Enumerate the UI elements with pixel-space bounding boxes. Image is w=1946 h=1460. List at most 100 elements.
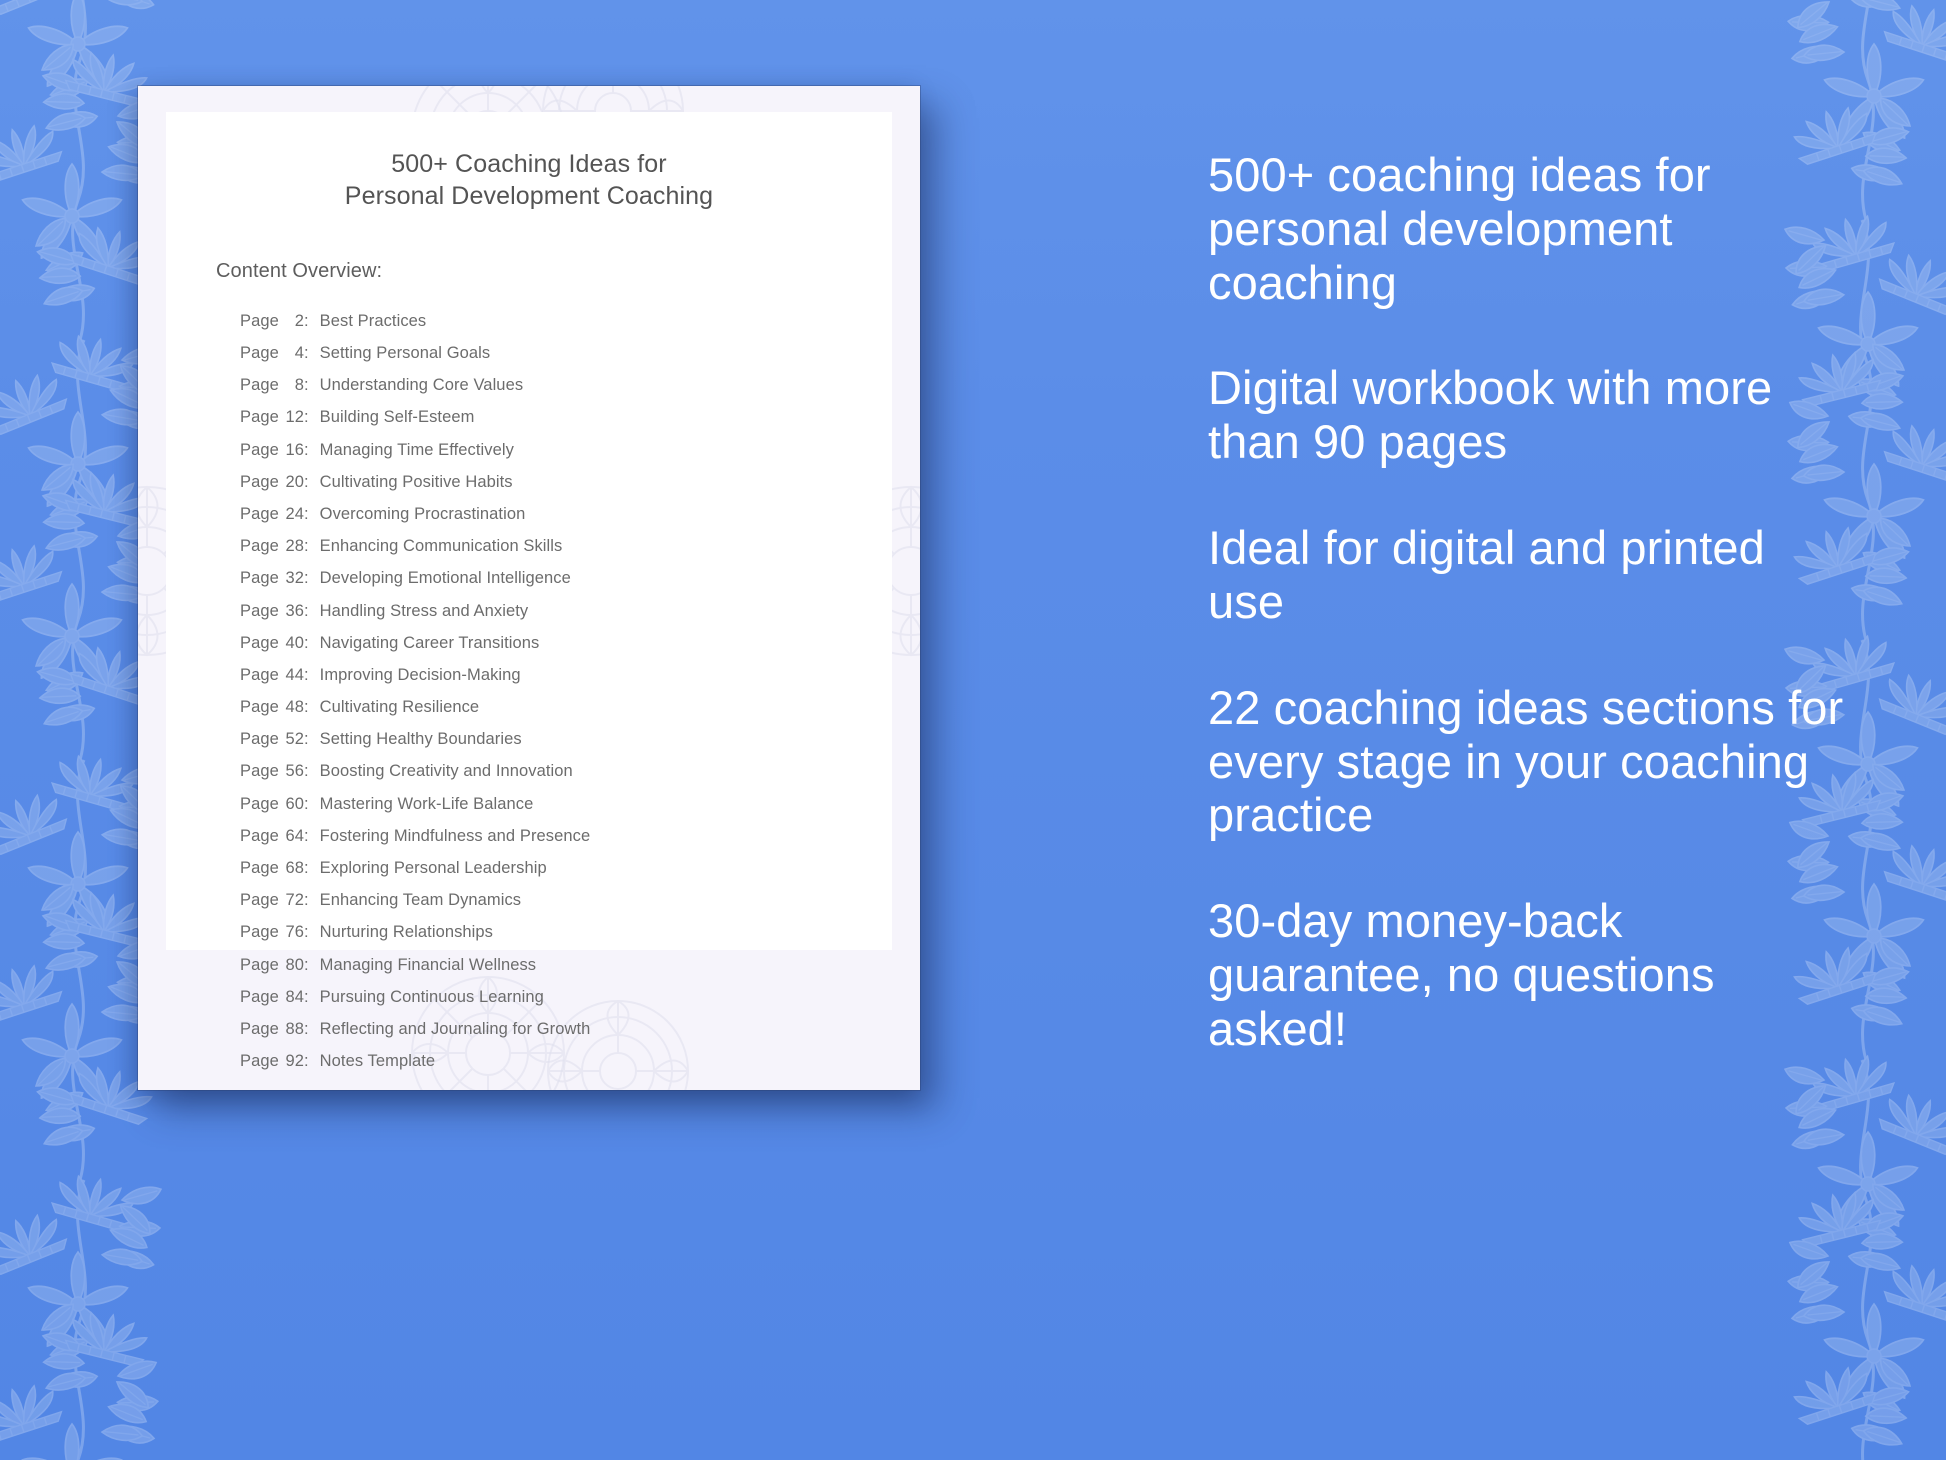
toc-entry[interactable]: Page 56: Boosting Creativity and Innovatio…: [240, 756, 892, 788]
toc-page-word: Page: [240, 794, 279, 813]
toc-page-word: Page: [240, 859, 279, 878]
toc-entry[interactable]: Page 4: Setting Personal Goals: [240, 337, 892, 369]
toc-page-number: 8: [294, 376, 304, 395]
table-of-contents: Page 2: Best Practices Page 4: Setting Person…: [166, 283, 892, 1078]
toc-entry[interactable]: Page 20: Cultivating Positive Habits: [240, 466, 892, 498]
document-title-line-1: 500+ Coaching Ideas for: [391, 150, 667, 178]
toc-page-word: Page: [240, 440, 279, 459]
promo-block: Digital workbook with more than 90 pages: [1208, 361, 1773, 469]
toc-entry-title: Boosting Creativity and Innovation: [319, 762, 573, 781]
toc-page-number: 72: [285, 891, 304, 910]
toc-entry-title: Managing Time Effectively: [319, 440, 514, 459]
toc-page-number: 52: [285, 730, 304, 749]
toc-entry-title: Building Self-Esteem: [319, 408, 475, 427]
toc-separator: :: [304, 344, 309, 363]
toc-page-number: 4: [294, 344, 304, 363]
toc-page-word: Page: [240, 537, 279, 556]
toc-page-number: 24: [285, 504, 304, 523]
toc-page-word: Page: [240, 569, 279, 588]
toc-entry[interactable]: Page 72: Enhancing Team Dynamics: [240, 884, 892, 916]
toc-page-number: 60: [285, 794, 304, 813]
toc-page-word: Page: [240, 955, 279, 974]
toc-page-word: Page: [240, 923, 279, 942]
toc-entry[interactable]: Page 84: Pursuing Continuous Learning: [240, 981, 892, 1013]
toc-entry-title: Nurturing Relationships: [319, 923, 494, 942]
toc-entry-title: Developing Emotional Intelligence: [319, 569, 571, 588]
toc-separator: :: [304, 698, 309, 717]
toc-entry-title: Exploring Personal Leadership: [319, 859, 547, 878]
toc-page-number: 44: [285, 665, 304, 684]
toc-page-number: 56: [285, 762, 304, 781]
toc-entry[interactable]: Page 80: Managing Financial Wellness: [240, 949, 892, 981]
toc-separator: :: [304, 859, 309, 878]
poster-canvas: 500+ Coaching Ideas for Personal Develop…: [0, 0, 1946, 1460]
toc-separator: :: [304, 987, 309, 1006]
toc-page-word: Page: [240, 762, 279, 781]
toc-entry[interactable]: Page 28: Enhancing Communication Skills: [240, 530, 892, 562]
toc-separator: :: [304, 923, 309, 942]
toc-entry[interactable]: Page 24: Overcoming Procrastination: [240, 498, 892, 530]
toc-page-number: 88: [285, 1019, 304, 1038]
document-preview-card[interactable]: 500+ Coaching Ideas for Personal Develop…: [138, 86, 920, 1090]
toc-entry[interactable]: Page 52: Setting Healthy Boundaries: [240, 723, 892, 755]
toc-separator: :: [304, 794, 309, 813]
toc-entry-title: Setting Healthy Boundaries: [319, 730, 522, 749]
toc-entry[interactable]: Page 16: Managing Time Effectively: [240, 434, 892, 466]
toc-entry-title: Notes Template: [319, 1052, 436, 1071]
promo-block: Ideal for digital and printed use: [1208, 521, 1765, 628]
toc-separator: :: [304, 955, 309, 974]
toc-entry[interactable]: Page 44: Improving Decision-Making: [240, 659, 892, 691]
toc-entry[interactable]: Page 92: Notes Template: [240, 1045, 892, 1077]
toc-entry-title: Overcoming Procrastination: [319, 504, 526, 523]
toc-page-number: 48: [285, 698, 304, 717]
toc-page-word: Page: [240, 472, 279, 491]
toc-page-number: 84: [285, 987, 304, 1006]
toc-page-word: Page: [240, 891, 279, 910]
toc-entry[interactable]: Page 32: Developing Emotional Intelligence: [240, 563, 892, 595]
toc-entry[interactable]: Page 8: Understanding Core Values: [240, 369, 892, 401]
toc-page-number: 92: [285, 1052, 304, 1071]
toc-separator: :: [304, 665, 309, 684]
toc-separator: :: [304, 633, 309, 652]
toc-entry[interactable]: Page 40: Navigating Career Transitions: [240, 627, 892, 659]
document-title-line-2: Personal Development Coaching: [344, 182, 714, 210]
toc-entry[interactable]: Page 60: Mastering Work-Life Balance: [240, 788, 892, 820]
toc-entry[interactable]: Page 68: Exploring Personal Leadership: [240, 852, 892, 884]
toc-entry[interactable]: Page 48: Cultivating Resilience: [240, 691, 892, 723]
toc-entry-title: Navigating Career Transitions: [319, 633, 540, 652]
toc-separator: :: [304, 601, 309, 620]
promo-block: 500+ coaching ideas for personal develop…: [1208, 148, 1711, 309]
toc-page-number: 40: [285, 633, 304, 652]
toc-entry-title: Cultivating Resilience: [319, 698, 480, 717]
promo-block: 22 coaching ideas sections for every sta…: [1208, 680, 1844, 842]
promo-text-column: 500+ coaching ideas for personal develop…: [1208, 148, 1844, 1056]
toc-page-number: 28: [285, 537, 304, 556]
toc-separator: :: [304, 762, 309, 781]
toc-separator: :: [304, 440, 309, 459]
toc-page-word: Page: [240, 311, 279, 330]
toc-entry-title: Pursuing Continuous Learning: [319, 987, 544, 1006]
toc-entry-title: Cultivating Positive Habits: [319, 472, 513, 491]
toc-entry-title: Best Practices: [319, 311, 427, 330]
toc-entry-title: Fostering Mindfulness and Presence: [319, 826, 591, 845]
toc-page-word: Page: [240, 730, 279, 749]
toc-separator: :: [304, 311, 309, 330]
document-title: 500+ Coaching Ideas for Personal Develop…: [166, 112, 892, 212]
toc-page-word: Page: [240, 826, 279, 845]
toc-page-number: 36: [285, 601, 304, 620]
toc-separator: :: [304, 537, 309, 556]
toc-entry-title: Understanding Core Values: [319, 376, 524, 395]
toc-entry[interactable]: Page 12: Building Self-Esteem: [240, 402, 892, 434]
toc-separator: :: [304, 1019, 309, 1038]
toc-separator: :: [304, 891, 309, 910]
toc-entry-title: Reflecting and Journaling for Growth: [319, 1019, 591, 1038]
toc-entry[interactable]: Page 36: Handling Stress and Anxiety: [240, 595, 892, 627]
toc-page-number: 68: [285, 859, 304, 878]
toc-entry[interactable]: Page 64: Fostering Mindfulness and Presenc…: [240, 820, 892, 852]
document-page: 500+ Coaching Ideas for Personal Develop…: [166, 112, 892, 1069]
toc-entry[interactable]: Page 2: Best Practices: [240, 305, 892, 337]
toc-entry[interactable]: Page 76: Nurturing Relationships: [240, 917, 892, 949]
toc-page-word: Page: [240, 504, 279, 523]
toc-entry[interactable]: Page 88: Reflecting and Journaling for Gro…: [240, 1013, 892, 1045]
toc-page-number: 80: [285, 955, 304, 974]
